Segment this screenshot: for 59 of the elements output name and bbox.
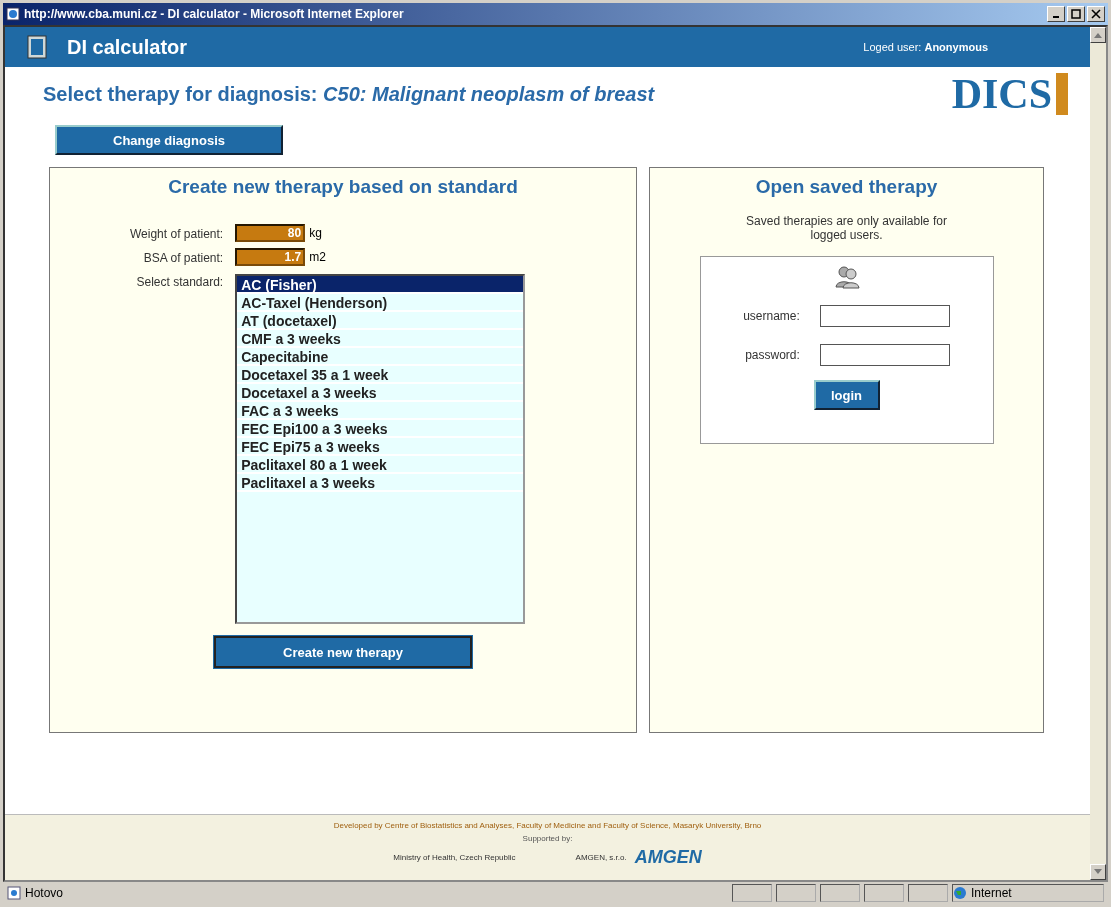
list-option[interactable]: AT (docetaxel): [237, 312, 524, 330]
field-label: Weight of patient:: [130, 226, 224, 242]
maximize-button[interactable]: [1067, 6, 1085, 22]
status-text: Hotovo: [25, 886, 65, 900]
list-option[interactable]: Docetaxel a 3 weeks: [237, 384, 524, 402]
list-option[interactable]: Docetaxel 35 a 1 week: [237, 366, 524, 384]
field-label: Select standard:: [135, 274, 224, 291]
change-diagnosis-button[interactable]: Change diagnosis: [55, 125, 283, 155]
list-option[interactable]: FAC a 3 weeks: [237, 402, 524, 420]
minimize-button[interactable]: [1047, 6, 1065, 22]
unit-label: m2: [309, 250, 326, 264]
field-label: password:: [744, 348, 800, 362]
zone-label: Internet: [971, 886, 1012, 900]
browser-icon: [6, 7, 20, 21]
list-option[interactable]: Paclitaxel 80 a 1 week: [237, 456, 524, 474]
page-icon: [7, 886, 21, 900]
status-pane: [864, 884, 904, 902]
status-pane: [776, 884, 816, 902]
list-option[interactable]: FEC Epi100 a 3 weeks: [237, 420, 524, 438]
field-label: username:: [743, 309, 800, 323]
status-pane: [908, 884, 948, 902]
sponsor-name: Ministry of Health, Czech Republic: [393, 853, 516, 862]
create-therapy-button[interactable]: Create new therapy: [214, 636, 472, 668]
supported-label: Supported by:: [522, 834, 573, 843]
window-title: http://www.cba.muni.cz - DI calculator - Microsoft Internet Explorer: [24, 7, 405, 21]
list-option[interactable]: Capecitabine: [237, 348, 524, 366]
login-button[interactable]: login: [813, 380, 880, 410]
calculator-icon: [27, 35, 47, 59]
minimize-icon: [1053, 16, 1059, 18]
status-pane: [732, 884, 772, 902]
list-option[interactable]: AC-Taxel (Henderson): [237, 294, 524, 312]
globe-icon: [953, 886, 967, 900]
down-arrow-icon: [1094, 869, 1102, 875]
list-option[interactable]: FEC Epi75 a 3 weeks: [237, 438, 524, 456]
up-arrow-icon: [1094, 32, 1102, 38]
field-label: BSA of patient:: [142, 250, 224, 266]
password-input[interactable]: [819, 344, 950, 366]
credits-text: Developed by Centre of Biostatistics and Analyses, Faculty of Medicine and Faculty of Science, Masaryk University, Brno: [333, 821, 762, 830]
app-title: DI calculator: [67, 35, 189, 59]
scroll-down-button[interactable]: [1090, 864, 1106, 880]
scroll-up-button[interactable]: [1090, 27, 1106, 43]
list-option[interactable]: AC (Fisher): [237, 276, 524, 294]
logged-user: Loged user: Anonymous: [863, 41, 988, 53]
page-heading: Select therapy for diagnosis: C50: Malignant neoplasm of breast: [43, 82, 655, 106]
panel-title: Open saved therapy: [755, 176, 938, 198]
amgen-logo: AMGEN: [634, 847, 702, 868]
unit-label: kg: [309, 226, 322, 240]
status-pane: [820, 884, 860, 902]
users-icon: [833, 265, 860, 289]
maximize-icon: [1071, 9, 1081, 19]
dics-logo: DICS: [951, 73, 1068, 115]
username-input[interactable]: [819, 305, 950, 327]
list-option[interactable]: CMF a 3 weeks: [237, 330, 524, 348]
sponsor-name: AMGEN, s.r.o.: [575, 853, 627, 862]
panel-title: Create new therapy based on standard: [168, 176, 518, 198]
close-icon: [1091, 9, 1101, 19]
list-option[interactable]: Paclitaxel a 3 weeks: [237, 474, 524, 492]
note-text: Saved therapies are only available for logged users.: [745, 214, 948, 242]
close-button[interactable]: [1087, 6, 1105, 22]
